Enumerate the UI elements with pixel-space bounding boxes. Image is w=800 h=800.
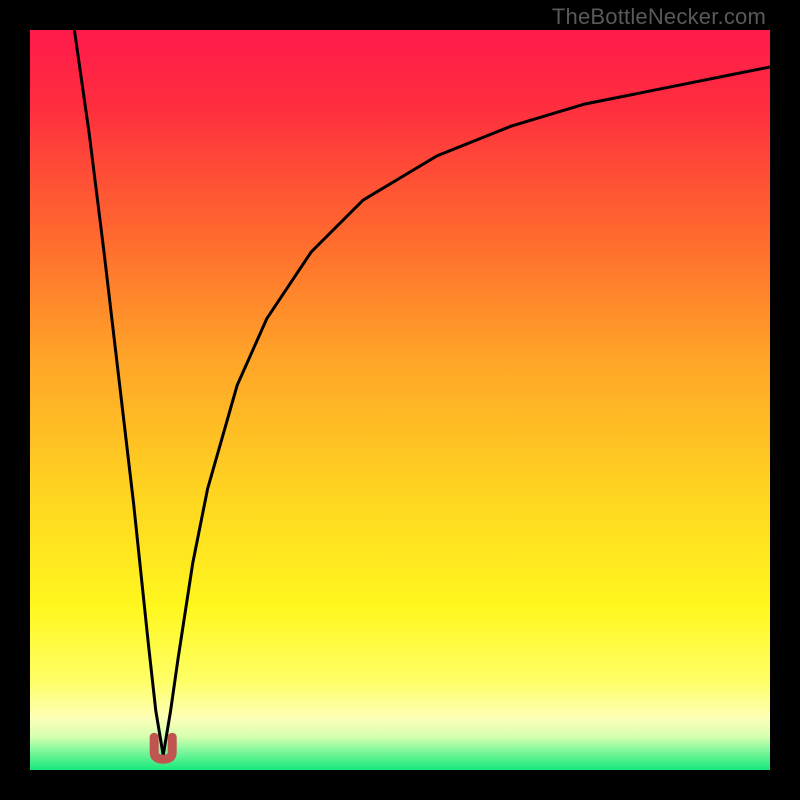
curve-left-branch: [74, 30, 163, 755]
watermark-text: TheBottleNecker.com: [552, 4, 766, 30]
curve-right-branch: [163, 67, 770, 755]
chart-frame: TheBottleNecker.com: [0, 0, 800, 800]
plot-area: [30, 30, 770, 770]
bottleneck-curve: [30, 30, 770, 770]
